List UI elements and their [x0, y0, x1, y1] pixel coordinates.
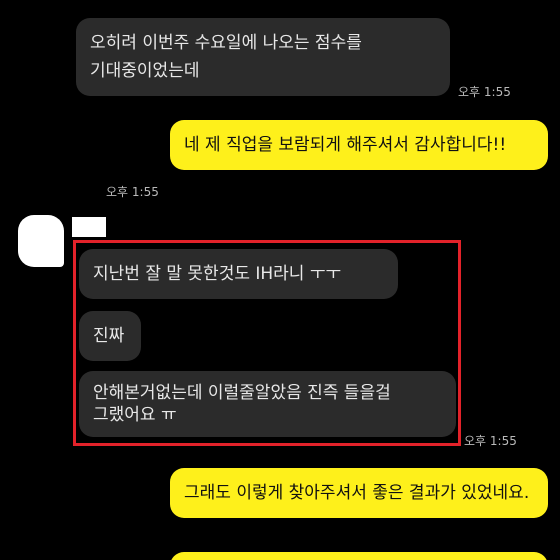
- message-bubble-incoming[interactable]: 지난번 잘 말 못한것도 IH라니 ㅜㅜ: [79, 249, 398, 299]
- message-text: 안해본거없는데 이럴줄알았음 진즉 들을걸 그랬어요 ㅠ: [93, 383, 391, 425]
- message-timestamp: 오후 1:55: [464, 434, 517, 448]
- message-bubble-incoming[interactable]: 진짜: [79, 311, 141, 361]
- message-bubble-incoming[interactable]: 오히려 이번주 수요일에 나오는 점수를 기대중이었는데: [76, 18, 450, 96]
- message-timestamp: 오후 1:55: [106, 185, 159, 199]
- message-bubble-outgoing-partial[interactable]: [170, 552, 548, 560]
- message-text: 지난번 잘 말 못한것도 IH라니 ㅜㅜ: [93, 264, 342, 284]
- message-text: 진짜: [93, 326, 125, 346]
- message-bubble-outgoing[interactable]: 그래도 이렇게 찾아주셔서 좋은 결과가 있었네요.: [170, 468, 548, 518]
- message-text: 네 제 직업을 보람되게 해주셔서 감사합니다!!: [184, 135, 507, 155]
- message-timestamp: 오후 1:55: [458, 85, 511, 99]
- chat-screen: 오히려 이번주 수요일에 나오는 점수를 기대중이었는데 오후 1:55 네 제…: [0, 0, 560, 560]
- sender-name-redacted: [72, 217, 106, 237]
- sender-avatar[interactable]: [18, 215, 64, 267]
- message-text: 그래도 이렇게 찾아주셔서 좋은 결과가 있었네요.: [184, 483, 530, 503]
- message-text: 오히려 이번주 수요일에 나오는 점수를 기대중이었는데: [90, 33, 362, 81]
- message-bubble-incoming[interactable]: 안해본거없는데 이럴줄알았음 진즉 들을걸 그랬어요 ㅠ: [79, 371, 456, 437]
- message-bubble-outgoing[interactable]: 네 제 직업을 보람되게 해주셔서 감사합니다!!: [170, 120, 548, 170]
